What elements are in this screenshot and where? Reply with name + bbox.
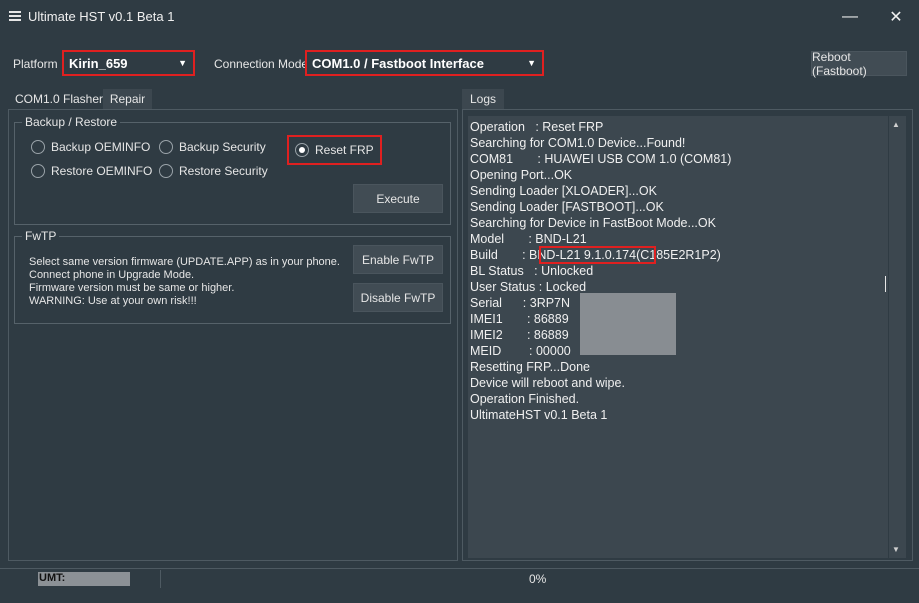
log-line: Resetting FRP...Done xyxy=(470,360,590,374)
radio-circle-icon xyxy=(31,164,45,178)
log-line: Model : BND-L21 xyxy=(470,232,587,246)
radio-circle-icon xyxy=(159,164,173,178)
enable-fwtp-button[interactable]: Enable FwTP xyxy=(353,245,443,274)
log-line: COM81 : HUAWEI USB COM 1.0 (COM81) xyxy=(470,152,732,166)
radio-circle-icon xyxy=(31,140,45,154)
log-line: BL Status : Unlocked xyxy=(470,264,594,278)
fwtp-line: Connect phone in Upgrade Mode. xyxy=(29,269,195,281)
radio-selected-icon xyxy=(295,143,309,157)
radio-label: Reset FRP xyxy=(315,143,374,157)
log-line: IMEI2 : 86889 xyxy=(470,328,569,342)
menu-icon[interactable] xyxy=(9,11,21,21)
chevron-down-icon: ▼ xyxy=(527,58,536,68)
status-bar xyxy=(0,568,919,590)
disable-fwtp-button[interactable]: Disable FwTP xyxy=(353,283,443,312)
connection-mode-select[interactable]: COM1.0 / Fastboot Interface ▼ xyxy=(305,50,544,76)
radio-backup-security[interactable]: Backup Security xyxy=(159,140,266,154)
log-line-build: Build : BND-L21 9.1.0.174(C185E2R1P2) xyxy=(470,246,886,264)
log-output[interactable]: Operation : Reset FRP Searching for COM1… xyxy=(468,116,888,558)
text-cursor-icon xyxy=(885,276,891,292)
radio-restore-oeminfo[interactable]: Restore OEMINFO xyxy=(31,164,152,178)
redaction-blur xyxy=(580,293,676,355)
reboot-fastboot-button[interactable]: Reboot (Fastboot) xyxy=(811,50,907,78)
tab-repair[interactable]: Repair xyxy=(103,89,152,109)
radio-label: Restore Security xyxy=(179,164,268,178)
platform-value: Kirin_659 xyxy=(69,56,128,71)
close-button[interactable]: ✕ xyxy=(873,0,919,33)
platform-select[interactable]: Kirin_659 ▼ xyxy=(62,50,195,76)
scroll-down-icon[interactable]: ▼ xyxy=(892,545,900,554)
log-line: Device will reboot and wipe. xyxy=(470,376,625,390)
radio-reset-frp[interactable]: Reset FRP xyxy=(287,135,382,165)
execute-button[interactable]: Execute xyxy=(353,184,443,213)
log-line: Operation Finished. xyxy=(470,392,580,406)
chevron-down-icon: ▼ xyxy=(178,58,187,68)
connection-mode-value: COM1.0 / Fastboot Interface xyxy=(312,56,484,71)
progress-text: 0% xyxy=(529,572,547,586)
log-scrollbar[interactable]: ▲ ▼ xyxy=(889,116,906,558)
log-line: Serial : 3RP7N xyxy=(470,296,571,310)
backup-restore-title: Backup / Restore xyxy=(22,115,121,129)
window-title: Ultimate HST v0.1 Beta 1 xyxy=(28,9,175,24)
log-line: Operation : Reset FRP xyxy=(470,120,604,134)
radio-label: Restore OEMINFO xyxy=(51,164,153,178)
tab-com-flasher[interactable]: COM1.0 Flasher xyxy=(15,89,103,109)
log-line: IMEI1 : 86889 xyxy=(470,312,569,326)
log-line: Searching for COM1.0 Device...Found! xyxy=(470,136,686,150)
radio-backup-oeminfo[interactable]: Backup OEMINFO xyxy=(31,140,150,154)
title-bar: Ultimate HST v0.1 Beta 1 — ✕ xyxy=(0,0,919,33)
status-separator xyxy=(160,570,161,588)
fwtp-line: WARNING: Use at your own risk!!! xyxy=(29,295,197,307)
minimize-button[interactable]: — xyxy=(827,0,873,33)
radio-label: Backup Security xyxy=(179,140,266,154)
log-line: MEID : 00000 xyxy=(470,344,571,358)
highlight-box xyxy=(539,246,656,264)
log-line: User Status : Locked xyxy=(470,280,587,294)
radio-restore-security[interactable]: Restore Security xyxy=(159,164,268,178)
connection-mode-label: Connection Mode xyxy=(214,57,309,71)
log-line: Sending Loader [XLOADER]...OK xyxy=(470,184,657,198)
tab-logs[interactable]: Logs xyxy=(462,89,504,109)
log-line: Sending Loader [FASTBOOT]...OK xyxy=(470,200,664,214)
log-line: Searching for Device in FastBoot Mode...… xyxy=(470,216,716,230)
radio-circle-icon xyxy=(159,140,173,154)
radio-label: Backup OEMINFO xyxy=(51,140,151,154)
fwtp-line: Select same version firmware (UPDATE.APP… xyxy=(29,256,340,268)
scroll-up-icon[interactable]: ▲ xyxy=(892,120,900,129)
fwtp-title: FwTP xyxy=(22,229,60,243)
umt-label: UMT: xyxy=(38,572,130,586)
fwtp-instructions: Select same version firmware (UPDATE.APP… xyxy=(29,256,340,308)
fwtp-line: Firmware version must be same or higher. xyxy=(29,282,235,294)
log-line: Opening Port...OK xyxy=(470,168,573,182)
log-line: UltimateHST v0.1 Beta 1 xyxy=(470,408,608,422)
platform-label: Platform xyxy=(13,57,58,71)
